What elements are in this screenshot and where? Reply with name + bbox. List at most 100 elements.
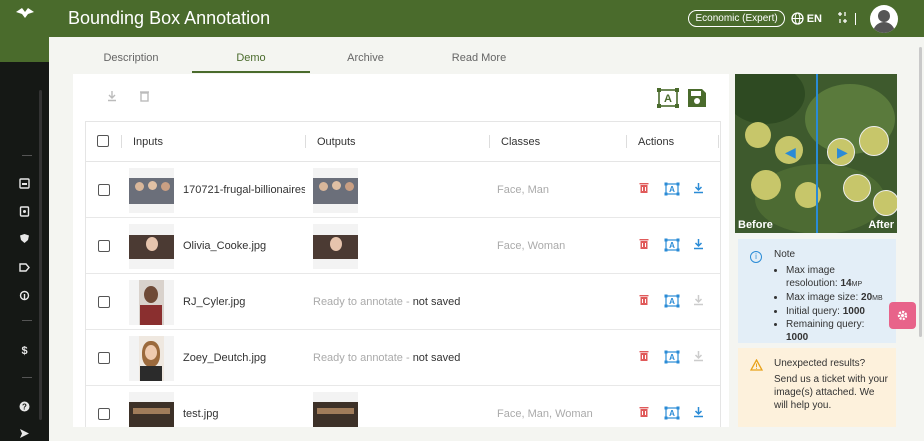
note-item-value: 1000 (842, 306, 865, 317)
avatar-head (878, 9, 890, 22)
rail-item-document[interactable] (0, 206, 49, 217)
rail-item-shield[interactable] (0, 233, 49, 244)
after-label: After (868, 219, 894, 231)
slider-left-arrow-icon[interactable]: ◀ (785, 144, 796, 161)
note-item-value: 20 (861, 292, 873, 303)
download-row-button[interactable] (693, 406, 704, 421)
table-row[interactable]: test.jpg Face, Man, Woman A (86, 386, 720, 427)
logo[interactable] (0, 0, 49, 62)
plan-badge[interactable]: Economic (Expert) (688, 10, 785, 27)
download-row-button[interactable] (693, 238, 704, 253)
before-after-preview[interactable]: ◀ ▶ Before After (735, 74, 897, 233)
download-row-button[interactable] (693, 182, 704, 197)
tab-read-more[interactable]: Read More (421, 37, 537, 73)
svg-text:A: A (669, 185, 675, 194)
annotate-all-button[interactable]: A (656, 87, 680, 114)
download-row-button-disabled (693, 350, 704, 365)
thumbnail-face (145, 345, 157, 360)
thumbnail-shirt (140, 305, 162, 325)
thumbnail-face (332, 181, 341, 190)
trash-icon (639, 351, 649, 361)
svg-text:A: A (669, 241, 675, 250)
rail-item-tag[interactable] (0, 262, 49, 273)
note-item-unit: MB (872, 295, 883, 302)
tab-description[interactable]: Description (70, 37, 192, 73)
note-item: Max image size: 20MB (786, 291, 888, 305)
shield-icon (20, 234, 29, 243)
row-classes: Face, Man (497, 184, 549, 196)
tag-icon (19, 263, 30, 272)
rail-item-image[interactable] (0, 178, 49, 189)
slider-right-arrow-icon[interactable]: ▶ (837, 144, 848, 161)
input-thumbnail[interactable] (129, 168, 174, 213)
note-box: i Note Max image resoloution: 14MP Max i… (738, 239, 896, 343)
delete-row-button[interactable] (639, 238, 649, 253)
settings-toggle-icon[interactable] (836, 11, 849, 27)
preview-apple (751, 170, 781, 200)
gear-icon (897, 310, 908, 321)
rail-item-send[interactable] (0, 428, 49, 439)
tab-demo[interactable]: Demo (192, 37, 310, 73)
column-separator (626, 135, 627, 148)
input-thumbnail[interactable] (129, 392, 174, 427)
download-icon (694, 295, 703, 306)
svg-text:A: A (669, 353, 675, 362)
annotate-row-button[interactable]: A (664, 294, 680, 311)
download-all-button[interactable] (106, 90, 118, 105)
delete-all-button[interactable] (139, 90, 150, 105)
row-checkbox[interactable] (98, 296, 110, 308)
input-thumbnail[interactable] (129, 336, 174, 381)
select-all-checkbox[interactable] (97, 135, 109, 147)
annotate-icon: A (664, 350, 680, 364)
row-checkbox[interactable] (98, 408, 110, 420)
row-checkbox[interactable] (98, 184, 110, 196)
avatar[interactable] (870, 4, 898, 33)
status-text: Ready to annotate - (313, 352, 413, 364)
table-header: Inputs Outputs Classes Actions (86, 122, 720, 162)
signal-icon (19, 290, 30, 301)
page-scrollbar[interactable] (917, 37, 924, 441)
annotate-row-button[interactable]: A (664, 238, 680, 255)
compare-slider-divider[interactable] (816, 74, 818, 233)
table-row[interactable]: RJ_Cyler.jpg Ready to annotate - not sav… (86, 274, 720, 330)
top-divider (855, 12, 856, 25)
delete-row-button[interactable] (639, 406, 649, 421)
trash-icon (639, 239, 649, 249)
thumbnail-face (146, 237, 158, 251)
page-scrollbar-thumb[interactable] (919, 47, 922, 337)
annotate-row-button[interactable]: A (664, 350, 680, 367)
output-thumbnail[interactable] (313, 168, 358, 213)
thumbnail-image (313, 402, 358, 427)
files-table: Inputs Outputs Classes Actions 170721-fr… (85, 121, 721, 427)
settings-fab[interactable] (889, 302, 916, 329)
output-thumbnail[interactable] (313, 392, 358, 427)
preview-apple (859, 126, 889, 156)
save-button[interactable] (687, 88, 707, 113)
output-thumbnail[interactable] (313, 224, 358, 269)
input-thumbnail[interactable] (129, 280, 174, 325)
download-icon (694, 407, 703, 418)
input-thumbnail[interactable] (129, 224, 174, 269)
rail-item-help[interactable]: ? (0, 401, 49, 412)
table-row[interactable]: 170721-frugal-billionaires- Face, Man A (86, 162, 720, 218)
rail-item-billing[interactable]: $ (0, 345, 49, 357)
status-note: not saved (412, 296, 461, 308)
row-checkbox[interactable] (98, 240, 110, 252)
preview-apple (843, 174, 871, 202)
annotate-row-button[interactable]: A (664, 406, 680, 423)
image-box-icon (19, 178, 30, 189)
table-row[interactable]: Zoey_Deutch.jpg Ready to annotate - not … (86, 330, 720, 386)
delete-row-button[interactable] (639, 294, 649, 309)
tab-archive[interactable]: Archive (310, 37, 421, 73)
delete-row-button[interactable] (639, 350, 649, 365)
row-checkbox[interactable] (98, 352, 110, 364)
annotate-icon: A (664, 294, 680, 308)
delete-row-button[interactable] (639, 182, 649, 197)
note-item-unit: MP (851, 281, 863, 288)
rail-item-signal[interactable] (0, 290, 49, 301)
table-row[interactable]: Olivia_Cooke.jpg Face, Woman A (86, 218, 720, 274)
language-switcher[interactable]: EN (791, 12, 822, 25)
annotate-row-button[interactable]: A (664, 182, 680, 199)
note-item: Remaining query: 1000 (786, 318, 888, 344)
rail-scrollbar[interactable] (39, 90, 42, 420)
